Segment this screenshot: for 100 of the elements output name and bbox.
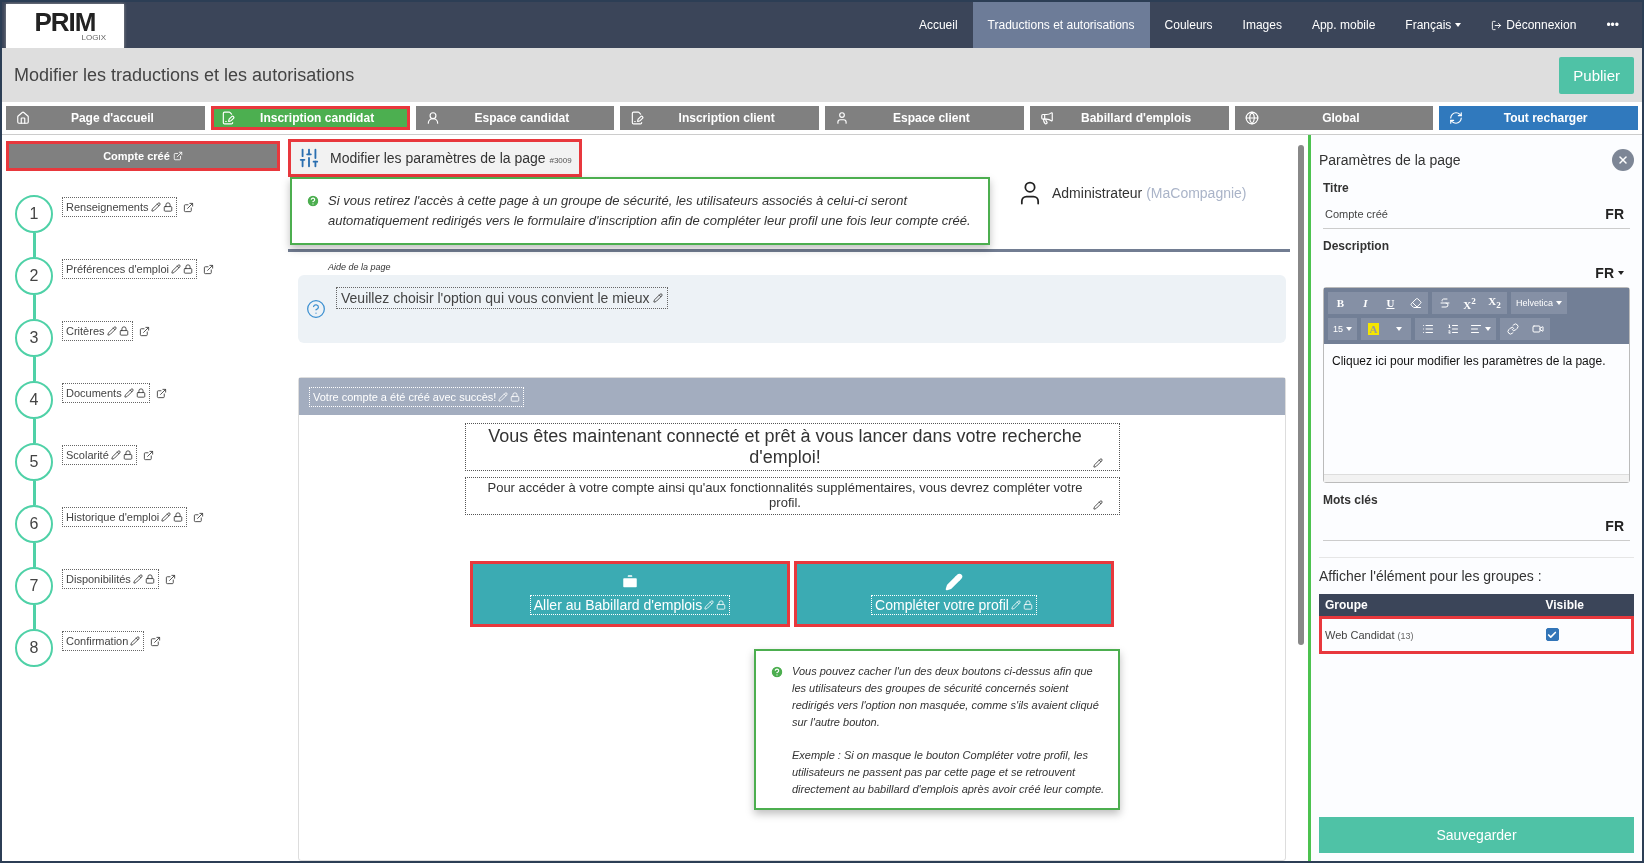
caret-icon (1346, 327, 1352, 331)
external-link-icon[interactable] (193, 511, 205, 523)
pencil-icon[interactable] (161, 512, 172, 522)
person-icon (425, 111, 440, 125)
lock-icon[interactable] (173, 512, 184, 522)
caret-icon (1556, 301, 1562, 305)
close-button[interactable] (1612, 149, 1634, 171)
help-icon (306, 194, 320, 208)
pencil-icon[interactable] (1092, 500, 1103, 510)
external-link-icon[interactable] (182, 201, 194, 213)
pencil-icon[interactable] (150, 202, 161, 212)
keywords-field[interactable]: FR (1323, 511, 1630, 541)
group-name: Web Candidat (13) (1319, 616, 1540, 654)
external-link-icon[interactable] (138, 325, 150, 337)
lock-icon[interactable] (183, 264, 193, 274)
toolbar-button[interactable] (1403, 292, 1428, 314)
toolbar-button[interactable] (1386, 318, 1411, 340)
more-menu[interactable]: ••• (1591, 2, 1634, 48)
pencil-icon[interactable] (1092, 458, 1103, 468)
caret-icon (1485, 327, 1491, 331)
logo[interactable]: PRIMLOGIX (6, 4, 124, 48)
step-link[interactable]: Scolarité (62, 445, 137, 465)
step-number: 4 (15, 381, 53, 419)
subtext: Pour accéder à votre compte ainsi qu'aux fonctionnalités supplémentaires, vous devrez compléter votre profil. (486, 480, 1084, 510)
pencil-icon[interactable] (123, 388, 134, 398)
help-icon (306, 299, 326, 319)
panel-title: Paramètres de la page (1319, 152, 1461, 168)
step-number: 3 (15, 319, 53, 357)
toolbar-button[interactable] (1465, 318, 1496, 340)
step-link[interactable]: Critères (62, 321, 133, 341)
pencil-icon[interactable] (652, 293, 663, 303)
pencil-icon[interactable] (130, 636, 141, 646)
external-link-icon[interactable] (155, 387, 167, 399)
step-link[interactable]: Documents (62, 383, 150, 403)
page-tab[interactable]: Page d'accueil (6, 106, 205, 130)
page-settings-header[interactable]: Modifier les paramètres de la page #3009 (288, 139, 582, 177)
edit-document-icon (220, 111, 235, 125)
heading-frame[interactable]: Vous êtes maintenant connecté et prêt à vous lancer dans votre recherche d'emploi! (464, 423, 1120, 471)
tooltip-text: Vous pouvez cacher l'un des deux boutons ci-dessus afin que les utilisateurs des groupes de sécurité concernés soient redirigés vers l'option non masquée, comme s'ils avaient cliqué sur l'autre bouton. (792, 664, 1100, 730)
scrollbar[interactable] (1298, 145, 1304, 645)
edit-document-icon (630, 111, 645, 125)
external-link-icon (172, 151, 183, 161)
resize-handle[interactable] (1324, 474, 1629, 482)
column-header: Groupe (1319, 594, 1540, 616)
nav-link[interactable]: App. mobile (1296, 2, 1391, 48)
page-tab[interactable]: Tout recharger (1439, 106, 1638, 130)
external-link-icon[interactable] (142, 449, 154, 461)
step-link[interactable]: Confirmation (62, 631, 145, 651)
help-text[interactable]: Veuillez choisir l'option qui vous convient le mieux (336, 287, 668, 309)
pencil-icon[interactable] (110, 450, 121, 460)
toolbar-button[interactable] (1525, 318, 1550, 340)
bullet-list-icon (1421, 323, 1434, 335)
eraser-icon (1409, 297, 1422, 309)
tooltip-text: Exemple : Si on masque le bouton Compléter votre profil, les utilisateurs ne passent pas par cette page et se retrouvent directement au babillard d'emplois après avoir créé leur compte. (792, 748, 1106, 797)
nav-link[interactable]: Français (1390, 2, 1477, 48)
nav-link[interactable]: Couleurs (1149, 2, 1228, 48)
lock-icon[interactable] (118, 326, 129, 336)
column-header: Visible (1539, 594, 1634, 616)
pencil-icon[interactable] (132, 574, 143, 584)
page-settings-title: Modifier les paramètres de la page #3009 (330, 150, 572, 166)
step-number: 5 (15, 443, 53, 481)
logout-icon (1491, 19, 1503, 31)
visible-checkbox[interactable] (1545, 628, 1559, 641)
pencil-icon[interactable] (106, 326, 117, 336)
language-dropdown[interactable]: FR (1595, 265, 1630, 281)
page-tab[interactable]: Global (1234, 106, 1434, 130)
briefcase-icon (621, 573, 639, 591)
lock-icon[interactable] (162, 202, 173, 212)
pencil-icon[interactable] (171, 264, 181, 274)
megaphone-icon (1039, 111, 1054, 125)
field-label: Mots clés (1323, 493, 1379, 507)
group-row[interactable]: Web Candidat (13) (1319, 616, 1634, 654)
lock-icon[interactable] (122, 450, 133, 460)
lock-icon[interactable] (135, 388, 146, 398)
nav-link[interactable]: Images (1227, 2, 1297, 48)
nav-link[interactable]: Traductions et autorisations (972, 2, 1150, 48)
step-link[interactable]: Historique d'emploi (62, 507, 188, 527)
subtext-frame[interactable]: Pour accéder à votre compte ainsi qu'aux fonctionnalités supplémentaires, vous devrez compléter votre profil. (464, 477, 1120, 515)
title-field[interactable]: Compte créé (1323, 206, 1606, 221)
toolbar-button[interactable] (1415, 318, 1440, 340)
page-tab[interactable]: Espace client (825, 106, 1024, 130)
step-link[interactable]: Disponibilités (62, 569, 159, 589)
step-link[interactable]: Préférences d'emploi (62, 259, 197, 279)
strikethrough-icon (1438, 297, 1451, 309)
groups-label: Afficher l'élément pour les groupes : (1319, 568, 1543, 584)
video-icon (1531, 323, 1544, 335)
page-tab[interactable]: Espace candidat (415, 106, 615, 130)
nav-link[interactable]: Accueil (903, 2, 973, 48)
lock-icon[interactable] (144, 574, 155, 584)
external-link-icon[interactable] (150, 635, 162, 647)
nav-link[interactable]: Déconnexion (1476, 2, 1592, 48)
page-tab[interactable]: Inscription client (620, 106, 819, 130)
external-link-icon[interactable] (164, 573, 176, 585)
toolbar-button[interactable] (1500, 318, 1525, 340)
step-link[interactable]: Renseignements (62, 197, 177, 217)
page-tab[interactable]: Babillard d'emplois (1029, 106, 1229, 130)
external-link-icon[interactable] (203, 263, 214, 275)
section-header[interactable]: Compte créé (6, 141, 280, 171)
help-label: Aide de la page (328, 262, 392, 272)
rich-text-editor[interactable]: B I U X$^{2}$ X$_{2}$ Helvetica 15 A Cliquez ici pour modifier les paramètres de la page. (1323, 287, 1630, 483)
